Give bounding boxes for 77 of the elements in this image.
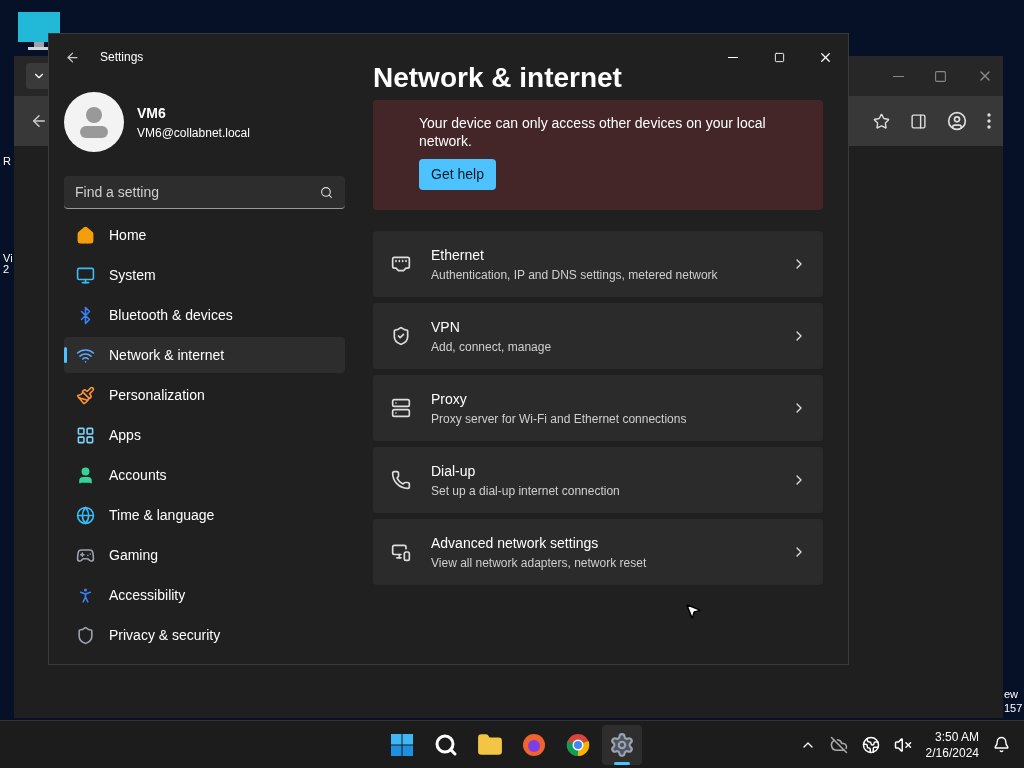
search-field[interactable]: Find a setting <box>64 176 345 209</box>
apps-icon <box>76 425 95 445</box>
monitor-icon <box>76 265 95 285</box>
desktop-label: ew <box>1004 687 1020 701</box>
card-subtitle: Authentication, IP and DNS settings, metered network <box>431 266 719 284</box>
desktop-label: 2 <box>3 264 11 275</box>
star-icon <box>873 112 890 130</box>
window-title: Settings <box>100 49 144 66</box>
card-title: Ethernet <box>431 245 485 265</box>
nav-item[interactable]: Accessibility <box>64 577 345 613</box>
phone-icon <box>391 470 411 490</box>
home-icon <box>76 225 95 245</box>
nav-item[interactable]: Accounts <box>64 457 345 493</box>
maximize-icon[interactable] <box>934 69 947 83</box>
bell-icon[interactable] <box>993 736 1010 753</box>
search-icon <box>434 733 458 757</box>
card-title: Proxy <box>431 389 468 409</box>
person-icon <box>76 465 95 485</box>
shield-icon <box>391 326 411 346</box>
clock[interactable]: 3:50 AM 2/16/2024 <box>925 728 979 761</box>
card-subtitle: Proxy server for Wi-Fi and Ethernet connections <box>431 410 688 428</box>
card-subtitle: Set up a dial-up internet connection <box>431 482 621 500</box>
shield-icon <box>76 625 95 645</box>
person-icon <box>79 106 109 138</box>
settings-card[interactable]: Ethernet Authentication, IP and DNS settings, metered network <box>373 231 823 297</box>
settings-card[interactable]: VPN Add, connect, manage <box>373 303 823 369</box>
card-title: VPN <box>431 317 461 337</box>
nav-item[interactable]: Privacy & security <box>64 617 345 653</box>
minimize-icon <box>728 56 738 58</box>
menu-icon[interactable] <box>987 113 991 129</box>
settings-card[interactable]: Proxy Proxy server for Wi-Fi and Ethernet connections <box>373 375 823 441</box>
brush-icon <box>76 385 95 405</box>
back-icon[interactable] <box>65 49 80 65</box>
desktop-label: Vi <box>3 253 13 264</box>
settings-card[interactable]: Dial-up Set up a dial-up internet connection <box>373 447 823 513</box>
nav-item[interactable]: Apps <box>64 417 345 453</box>
nav-item[interactable]: Home <box>64 217 345 253</box>
nav-item[interactable]: Time & language <box>64 497 345 533</box>
settings-card[interactable]: Advanced network settings View all network adapters, network reset <box>373 519 823 585</box>
card-title: Advanced network settings <box>431 533 600 553</box>
maximize-icon <box>773 51 785 63</box>
get-help-button[interactable]: Get help <box>419 159 496 190</box>
globe-icon <box>76 505 95 525</box>
avatar[interactable] <box>64 92 124 152</box>
user-name: VM6 <box>137 103 167 123</box>
search-icon[interactable] <box>320 186 333 199</box>
globe-icon[interactable] <box>861 735 880 754</box>
nav-item[interactable]: Gaming <box>64 537 345 573</box>
card-subtitle: Add, connect, manage <box>431 338 553 356</box>
side-panel-icon <box>910 112 927 130</box>
profile-icon <box>947 111 967 131</box>
folder-icon <box>477 732 503 758</box>
page-title: Network & internet <box>373 61 623 95</box>
windows-icon <box>390 733 414 757</box>
desktop-label: 157 <box>1004 701 1023 715</box>
nav-item[interactable]: System <box>64 257 345 293</box>
card-subtitle: View all network adapters, network reset <box>431 554 648 572</box>
computer-icon <box>391 542 411 562</box>
browser-icon <box>522 733 546 757</box>
cloud-off-icon[interactable] <box>829 735 848 754</box>
user-email: VM6@collabnet.local <box>137 124 250 142</box>
mute-icon[interactable] <box>893 735 912 754</box>
alert-message: Your device can only access other devices on your local network. <box>419 114 767 150</box>
computer-icon[interactable] <box>18 12 60 52</box>
taskbar-app[interactable] <box>602 725 642 765</box>
ethernet-icon <box>391 254 411 274</box>
nav-item[interactable]: Bluetooth & devices <box>64 297 345 333</box>
cursor-icon <box>684 602 702 620</box>
back-icon <box>30 112 48 130</box>
minimize-icon[interactable] <box>893 75 904 77</box>
server-icon <box>391 398 411 418</box>
browser-icon <box>566 733 590 757</box>
gear-icon <box>609 732 635 758</box>
card-title: Dial-up <box>431 461 477 481</box>
desktop-label: R <box>3 156 12 167</box>
nav-item[interactable]: Personalization <box>64 377 345 413</box>
nav-item[interactable]: Network & internet <box>64 337 345 373</box>
